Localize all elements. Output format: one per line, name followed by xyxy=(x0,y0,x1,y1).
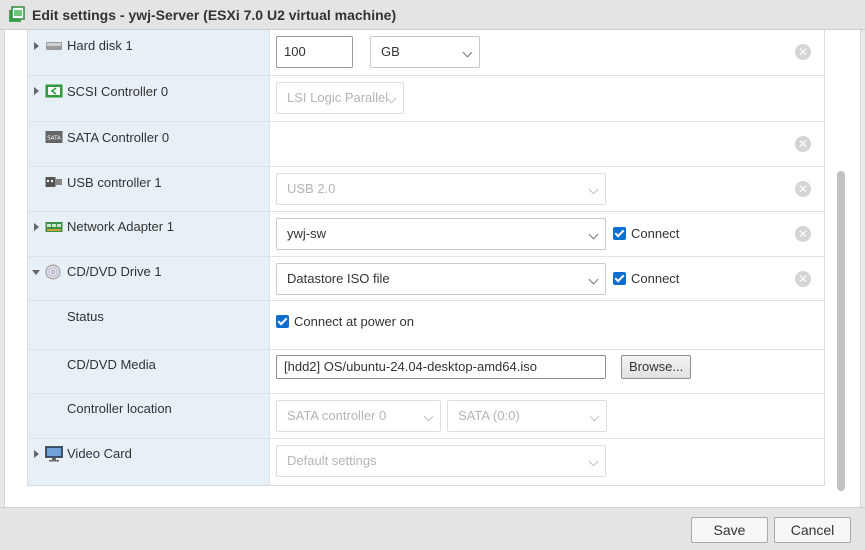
chevron-down-icon xyxy=(588,229,599,240)
row-scsi-controller: SCSI Controller 0 LSI Logic Parallel xyxy=(28,76,824,122)
expand-caret-icon[interactable] xyxy=(34,87,39,95)
chevron-down-icon xyxy=(423,411,434,422)
select-value: Datastore ISO file xyxy=(287,271,390,286)
dialog-title: Edit settings - ywj-Server (ESXi 7.0 U2 … xyxy=(32,6,397,23)
row-usb-controller: USB controller 1 USB 2.0 ✕ xyxy=(28,167,824,212)
dialog-title-bar: Edit settings - ywj-Server (ESXi 7.0 U2 … xyxy=(0,0,865,30)
collapse-caret-icon[interactable] xyxy=(32,270,40,275)
disk-size-input[interactable]: 100 xyxy=(276,36,353,68)
scrollbar-thumb[interactable] xyxy=(837,171,845,491)
browse-button[interactable]: Browse... xyxy=(621,355,692,379)
expand-caret-icon[interactable] xyxy=(34,42,39,50)
remove-icon[interactable]: ✕ xyxy=(795,136,811,152)
settings-panel: Hard disk 1 100 GB ✕ SCSI Controller 0 L… xyxy=(4,30,861,507)
hardware-table: Hard disk 1 100 GB ✕ SCSI Controller 0 L… xyxy=(27,30,825,486)
expand-caret-icon[interactable] xyxy=(34,223,39,231)
scsi-controller-icon xyxy=(45,84,63,98)
disk-icon xyxy=(46,42,62,50)
video-settings-select[interactable]: Default settings xyxy=(276,445,606,477)
chevron-down-icon xyxy=(589,411,600,422)
row-label: SATA Controller 0 xyxy=(67,130,170,145)
checkbox-label: Connect xyxy=(631,271,680,286)
row-label: CD/DVD Drive 1 xyxy=(67,264,162,279)
row-cd-dvd-drive: CD/DVD Drive 1 Datastore ISO file Connec… xyxy=(28,257,824,301)
checkbox-label: Connect at power on xyxy=(294,314,414,329)
disk-unit-select[interactable]: GB xyxy=(370,36,480,68)
cancel-button[interactable]: Cancel xyxy=(774,517,851,543)
scsi-type-select[interactable]: LSI Logic Parallel xyxy=(276,82,404,114)
network-select[interactable]: ywj-sw xyxy=(276,218,606,250)
select-value: USB 2.0 xyxy=(287,181,336,196)
network-connect-checkbox[interactable]: Connect xyxy=(613,226,679,241)
chevron-down-icon xyxy=(588,184,599,195)
checkbox-checked-icon[interactable] xyxy=(276,315,289,328)
select-value: Default settings xyxy=(287,453,377,468)
row-label: Network Adapter 1 xyxy=(67,219,174,234)
checkbox-checked-icon[interactable] xyxy=(613,227,626,240)
controller-slot-select[interactable]: SATA (0:0) xyxy=(447,400,607,432)
row-label: Video Card xyxy=(67,446,132,461)
row-label: SCSI Controller 0 xyxy=(67,84,169,99)
row-video-card: Video Card Default settings xyxy=(28,439,824,485)
row-cd-dvd-media: CD/DVD Media [hdd2] OS/ubuntu-24.04-desk… xyxy=(28,350,824,394)
svg-text:SATA: SATA xyxy=(47,136,61,142)
row-label: Status xyxy=(67,309,104,324)
row-controller-location: Controller location SATA controller 0 SA… xyxy=(28,394,824,439)
remove-icon[interactable]: ✕ xyxy=(795,226,811,242)
vertical-scrollbar[interactable] xyxy=(834,30,848,507)
chevron-down-icon xyxy=(588,274,599,285)
select-value: LSI Logic Parallel xyxy=(287,90,389,105)
cd-dvd-source-select[interactable]: Datastore ISO file xyxy=(276,263,606,295)
remove-icon[interactable]: ✕ xyxy=(795,271,811,287)
remove-icon[interactable]: ✕ xyxy=(795,181,811,197)
row-status: Status Connect at power on xyxy=(28,301,824,350)
network-adapter-icon xyxy=(45,222,63,232)
usb-icon xyxy=(45,177,62,187)
usb-version-select[interactable]: USB 2.0 xyxy=(276,173,606,205)
cd-dvd-connect-checkbox[interactable]: Connect xyxy=(613,271,679,286)
dialog-footer: Save Cancel xyxy=(0,507,865,550)
select-value: ywj-sw xyxy=(287,226,326,241)
expand-caret-icon[interactable] xyxy=(34,450,39,458)
vm-edit-icon xyxy=(9,5,25,22)
remove-icon[interactable]: ✕ xyxy=(795,44,811,60)
checkbox-label: Connect xyxy=(631,226,680,241)
monitor-icon xyxy=(45,446,63,462)
chevron-down-icon xyxy=(462,47,473,58)
row-label: CD/DVD Media xyxy=(67,357,156,372)
iso-path-input[interactable]: [hdd2] OS/ubuntu-24.04-desktop-amd64.iso xyxy=(276,355,606,379)
chevron-down-icon xyxy=(588,456,599,467)
sata-icon: SATA xyxy=(45,131,63,143)
select-value: SATA (0:0) xyxy=(458,408,520,423)
save-button[interactable]: Save xyxy=(691,517,768,543)
row-label: USB controller 1 xyxy=(67,175,162,190)
connect-at-power-on-checkbox[interactable]: Connect at power on xyxy=(276,314,414,329)
row-hard-disk: Hard disk 1 100 GB ✕ xyxy=(28,30,824,76)
controller-select[interactable]: SATA controller 0 xyxy=(276,400,441,432)
select-value: SATA controller 0 xyxy=(287,408,387,423)
select-value: GB xyxy=(381,44,400,59)
checkbox-checked-icon[interactable] xyxy=(613,272,626,285)
row-label: Controller location xyxy=(67,401,172,416)
row-label: Hard disk 1 xyxy=(67,38,133,53)
cd-dvd-icon xyxy=(45,264,61,280)
row-network-adapter: Network Adapter 1 ywj-sw Connect ✕ xyxy=(28,212,824,257)
row-sata-controller: SATA SATA Controller 0 ✕ xyxy=(28,122,824,167)
